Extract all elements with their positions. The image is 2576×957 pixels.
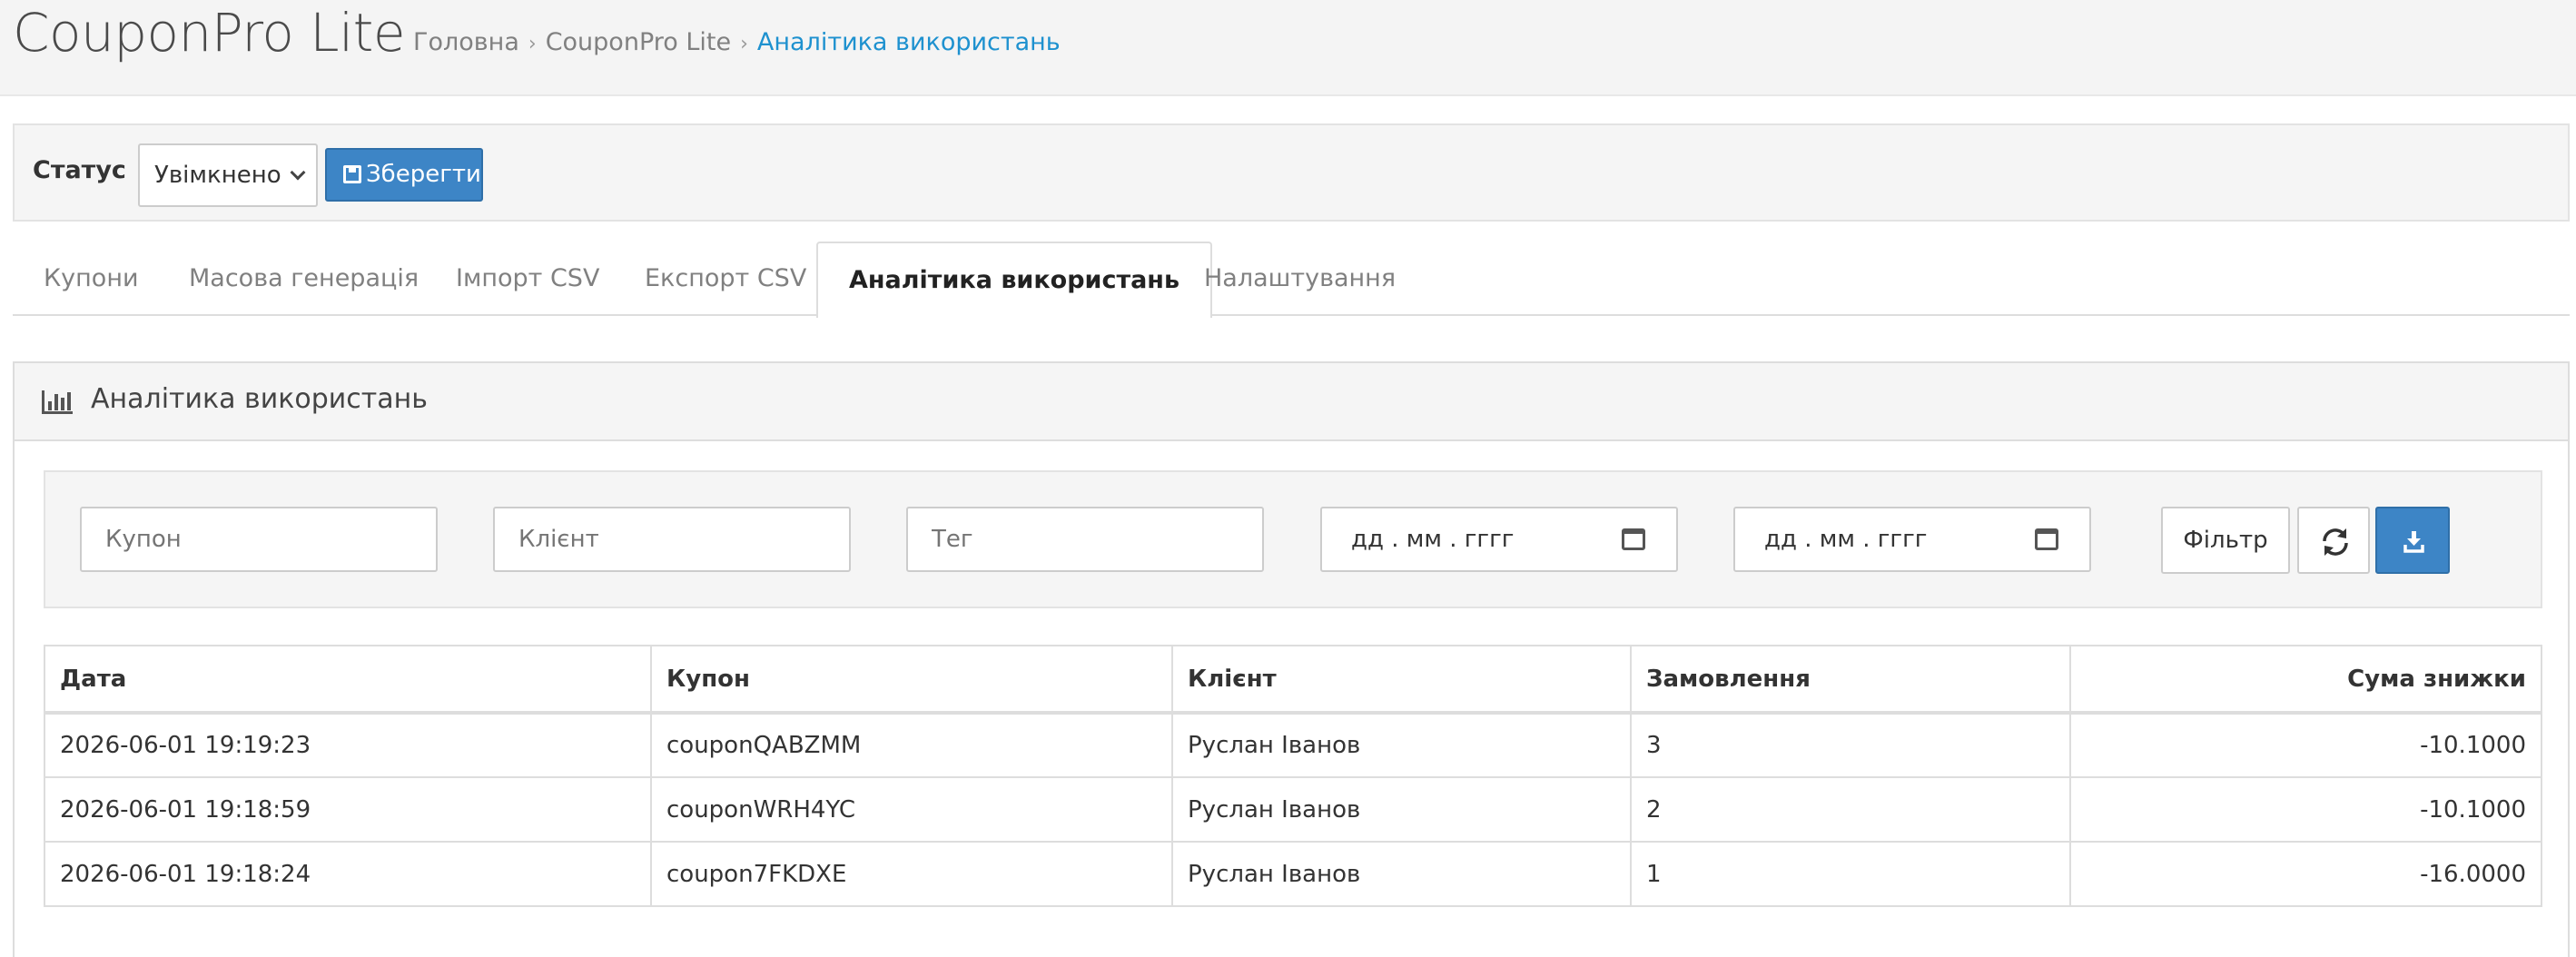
breadcrumb-module[interactable]: CouponPro Lite	[546, 28, 731, 56]
refresh-icon	[2323, 528, 2348, 556]
column-header-customer[interactable]: Клієнт	[1171, 645, 1632, 715]
column-header-discount-amount[interactable]: Сума знижки	[2069, 645, 2542, 715]
customer-filter-input[interactable]	[493, 507, 851, 572]
calendar-icon[interactable]	[1622, 528, 1645, 550]
cell-coupon: coupon7FKDXE	[650, 841, 1173, 907]
panel-title: Аналітика використань	[91, 383, 428, 415]
cell-coupon: couponQABZMM	[650, 712, 1173, 778]
cell-discount: -10.1000	[2069, 776, 2542, 843]
cell-order: 1	[1630, 841, 2071, 907]
breadcrumb-separator-icon: ›	[740, 33, 748, 55]
tag-filter-input[interactable]	[906, 507, 1264, 572]
cell-discount: -16.0000	[2069, 841, 2542, 907]
panel-heading: Аналітика використань	[15, 363, 2568, 441]
table-row: 2026-06-01 19:18:59 couponWRH4YC Руслан …	[44, 776, 2542, 843]
breadcrumb-current[interactable]: Аналітика використань	[757, 28, 1061, 56]
coupon-filter-input[interactable]	[80, 507, 438, 572]
column-header-date[interactable]: Дата	[44, 645, 652, 715]
download-button[interactable]	[2375, 507, 2450, 574]
cell-customer: Руслан Іванов	[1171, 776, 1632, 843]
breadcrumb-separator-icon: ›	[528, 33, 537, 55]
tab-settings[interactable]: Налаштування	[1173, 242, 1426, 316]
filter-bar: дд . мм . гггг дд . мм . гггг Фільтр	[44, 470, 2542, 608]
analytics-panel: Аналітика використань дд . мм . гггг дд …	[13, 361, 2570, 957]
status-label: Статус	[33, 156, 126, 184]
bar-chart-icon	[42, 390, 73, 414]
chevron-down-icon	[290, 164, 306, 181]
page-title: CouponPro Lite	[13, 2, 406, 64]
column-header-order[interactable]: Замовлення	[1630, 645, 2071, 715]
column-header-coupon[interactable]: Купон	[650, 645, 1173, 715]
date-from-placeholder: дд . мм . гггг	[1351, 526, 1515, 553]
save-button[interactable]: Зберегти	[325, 148, 483, 202]
table-row: 2026-06-01 19:19:23 couponQABZMM Руслан …	[44, 712, 2542, 778]
cell-date: 2026-06-01 19:19:23	[44, 712, 652, 778]
refresh-button[interactable]	[2297, 507, 2370, 574]
tab-coupons[interactable]: Купони	[13, 242, 170, 316]
tab-usage-analytics[interactable]: Аналітика використань	[816, 242, 1213, 318]
download-icon	[2403, 531, 2424, 553]
calendar-icon[interactable]	[2035, 528, 2058, 550]
date-from-input[interactable]: дд . мм . гггг	[1320, 507, 1678, 572]
breadcrumb-home[interactable]: Головна	[413, 28, 519, 56]
table-row: 2026-06-01 19:18:24 coupon7FKDXE Руслан …	[44, 841, 2542, 907]
save-button-label: Зберегти	[366, 161, 481, 188]
cell-date: 2026-06-01 19:18:24	[44, 841, 652, 907]
table-header-row: Дата Купон Клієнт Замовлення Сума знижки	[44, 645, 2542, 715]
cell-customer: Руслан Іванов	[1171, 712, 1632, 778]
tab-import-csv[interactable]: Імпорт CSV	[425, 242, 630, 316]
status-panel: Статус Увімкнено Зберегти	[13, 123, 2570, 222]
page-header: CouponPro Lite Головна › CouponPro Lite › Ан…	[0, 0, 2576, 96]
cell-order: 3	[1630, 712, 2071, 778]
cell-discount: -10.1000	[2069, 712, 2542, 778]
tab-export-csv[interactable]: Експорт CSV	[614, 242, 837, 316]
status-select-value: Увімкнено	[154, 162, 281, 189]
date-to-placeholder: дд . мм . гггг	[1764, 526, 1928, 553]
cell-date: 2026-06-01 19:18:59	[44, 776, 652, 843]
date-to-input[interactable]: дд . мм . гггг	[1733, 507, 2091, 572]
tab-bar: Купони Масова генерація Імпорт CSV Експо…	[13, 242, 2570, 318]
cell-order: 2	[1630, 776, 2071, 843]
cell-customer: Руслан Іванов	[1171, 841, 1632, 907]
cell-coupon: couponWRH4YC	[650, 776, 1173, 843]
status-select[interactable]: Увімкнено	[138, 143, 318, 207]
breadcrumb: Головна › CouponPro Lite › Аналітика викорис…	[413, 27, 1061, 60]
floppy-disk-icon	[343, 165, 361, 183]
filter-button[interactable]: Фільтр	[2161, 507, 2290, 574]
usage-table: Дата Купон Клієнт Замовлення Сума знижки…	[44, 645, 2542, 907]
tab-bulk-generation[interactable]: Масова генерація	[158, 242, 449, 316]
